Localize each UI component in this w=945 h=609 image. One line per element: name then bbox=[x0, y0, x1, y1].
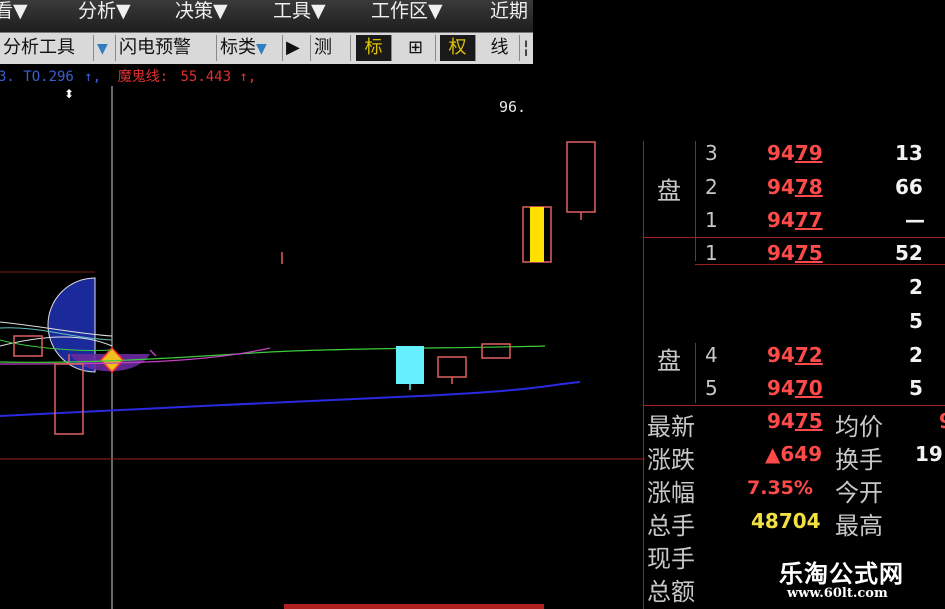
menu-bar: 看▼ 分析▼ 决策▼ 工具▼ 工作区▼ 近期 bbox=[0, 0, 533, 33]
candle bbox=[437, 356, 467, 378]
crosshair-cursor-icon: ⬍ bbox=[64, 87, 74, 101]
ask-price-tail: 78 bbox=[794, 175, 823, 199]
menu-tools[interactable]: 工具▼ bbox=[273, 0, 326, 23]
candle-yellow bbox=[530, 207, 544, 262]
avg-label: 均价 bbox=[835, 413, 883, 441]
indicator-value: 55.443 bbox=[180, 69, 231, 85]
menu-view[interactable]: 看▼ bbox=[0, 0, 28, 23]
ask-price-main: 94 bbox=[767, 141, 795, 165]
analysis-tools-label: 分析工具 bbox=[3, 37, 75, 58]
dropdown-arrow-icon: ▼ bbox=[256, 41, 267, 57]
candle-cyan bbox=[396, 346, 424, 384]
marker-type-label: 标类 bbox=[220, 37, 256, 58]
tick-mark bbox=[149, 349, 157, 357]
indicator-prefix: 3. TO.296 bbox=[0, 69, 74, 85]
quote-left-border bbox=[643, 141, 644, 609]
line-button[interactable]: 线 bbox=[480, 35, 520, 61]
bid-volume: 52 bbox=[895, 241, 923, 265]
open-label: 今开 bbox=[835, 479, 883, 507]
pct-label: 涨幅 bbox=[647, 479, 695, 507]
turnover-label: 换手 bbox=[835, 446, 883, 474]
avg-value: 9 bbox=[939, 409, 945, 433]
ask-volume: 13 bbox=[895, 141, 923, 165]
watermark-url: www.60lt.com bbox=[787, 586, 888, 601]
bid-level: 4 bbox=[705, 343, 718, 367]
weight-button[interactable]: 权 bbox=[440, 35, 476, 61]
ask-price-tail: 77 bbox=[794, 208, 823, 232]
quote-label-divider bbox=[695, 141, 696, 261]
quote-label-divider bbox=[695, 343, 696, 403]
ask-level: 3 bbox=[705, 141, 718, 165]
bid-volume: 2 bbox=[909, 343, 923, 367]
amount-label: 总额 bbox=[647, 578, 695, 606]
bid-price-tail: 70 bbox=[794, 376, 823, 400]
current-volume-label: 现手 bbox=[647, 545, 695, 573]
marker-type-button[interactable]: 标类▼ bbox=[217, 35, 283, 61]
total-volume-value: 48704 bbox=[751, 509, 821, 533]
ask-price-tail: 79 bbox=[794, 141, 823, 165]
ask-price-main: 94 bbox=[767, 208, 795, 232]
high-label: 最高 bbox=[835, 512, 883, 540]
toolbar: 分析工具 ▼ 闪电预警 标类▼ ▶ 测 标 ⊞ 权 线 ¦ bbox=[0, 33, 533, 64]
ask-volume: — bbox=[905, 208, 925, 232]
latest-price-tail: 75 bbox=[794, 409, 823, 433]
bid-label: 盘 bbox=[657, 347, 681, 375]
analysis-tools-button[interactable]: 分析工具 bbox=[0, 35, 94, 61]
pct-value: 7.35% bbox=[747, 477, 813, 499]
quote-panel: 盘 3 9479 13 2 9478 66 1 9477 — 1 9475 52… bbox=[643, 141, 945, 609]
stats-divider bbox=[643, 405, 945, 406]
bid-price-tail: 72 bbox=[794, 343, 823, 367]
bid-level: 5 bbox=[705, 376, 718, 400]
indicator-label: 魔鬼线: bbox=[118, 69, 168, 85]
bid-level: 1 bbox=[705, 241, 718, 265]
candle bbox=[481, 343, 511, 359]
ask-level: 2 bbox=[705, 175, 718, 199]
row-divider bbox=[695, 264, 945, 265]
latest-label: 最新 bbox=[647, 413, 695, 441]
ask-volume: 66 bbox=[895, 175, 923, 199]
change-value: ▲649 bbox=[765, 442, 823, 466]
watermark: 乐淘公式网 www.60lt.com bbox=[747, 548, 945, 609]
menu-workspace[interactable]: 工作区▼ bbox=[371, 0, 443, 23]
latest-price-main: 94 bbox=[767, 409, 795, 433]
watermark-title: 乐淘公式网 bbox=[779, 559, 904, 588]
analysis-tools-dropdown[interactable]: ▼ bbox=[94, 35, 116, 61]
price-scale-label: 96. bbox=[499, 98, 526, 116]
candlestick-chart[interactable]: 3. TO.296 ↑, 魔鬼线: 55.443 ↑, ⬍ 96. bbox=[0, 64, 645, 609]
flash-alert-button[interactable]: 闪电预警 bbox=[116, 35, 217, 61]
indicator-suffix: ↑, bbox=[239, 69, 256, 85]
indicator-prefix-arrow: ↑, bbox=[84, 69, 101, 85]
menu-analysis[interactable]: 分析▼ bbox=[78, 0, 131, 23]
ask-bid-divider bbox=[643, 237, 945, 238]
toolbar-more[interactable]: ¦ bbox=[520, 35, 533, 61]
grid-icon[interactable]: ⊞ bbox=[396, 35, 436, 61]
dropdown-arrow-icon: ▼ bbox=[97, 41, 108, 57]
ask-level: 1 bbox=[705, 208, 718, 232]
mark-button[interactable]: 标 bbox=[356, 35, 392, 61]
menu-recent[interactable]: 近期 bbox=[490, 0, 528, 23]
menu-decision[interactable]: 决策▼ bbox=[175, 0, 228, 23]
ask-price-main: 94 bbox=[767, 175, 795, 199]
bid-price-main: 94 bbox=[767, 376, 795, 400]
candle bbox=[566, 141, 596, 213]
bid-price-main: 94 bbox=[767, 343, 795, 367]
svg-text:3. TO.296 ↑, 魔鬼线:: 3. TO.296 ↑, 魔鬼线: 55.443 ↑, bbox=[0, 69, 256, 85]
total-volume-label: 总手 bbox=[647, 512, 695, 540]
change-label: 涨跌 bbox=[647, 446, 695, 474]
volume-bar bbox=[284, 604, 544, 609]
bid-volume: 5 bbox=[909, 309, 923, 333]
candle bbox=[54, 363, 84, 435]
bid-volume: 2 bbox=[909, 275, 923, 299]
play-button[interactable]: ▶ bbox=[283, 35, 311, 61]
bid-price-tail: 75 bbox=[794, 241, 823, 265]
turnover-value: 19 bbox=[915, 442, 943, 466]
ma-line-blue bbox=[0, 381, 581, 417]
bid-volume: 5 bbox=[909, 376, 923, 400]
ask-label: 盘 bbox=[657, 177, 681, 205]
bid-price-main: 94 bbox=[767, 241, 795, 265]
measure-button[interactable]: 测 bbox=[311, 35, 351, 61]
